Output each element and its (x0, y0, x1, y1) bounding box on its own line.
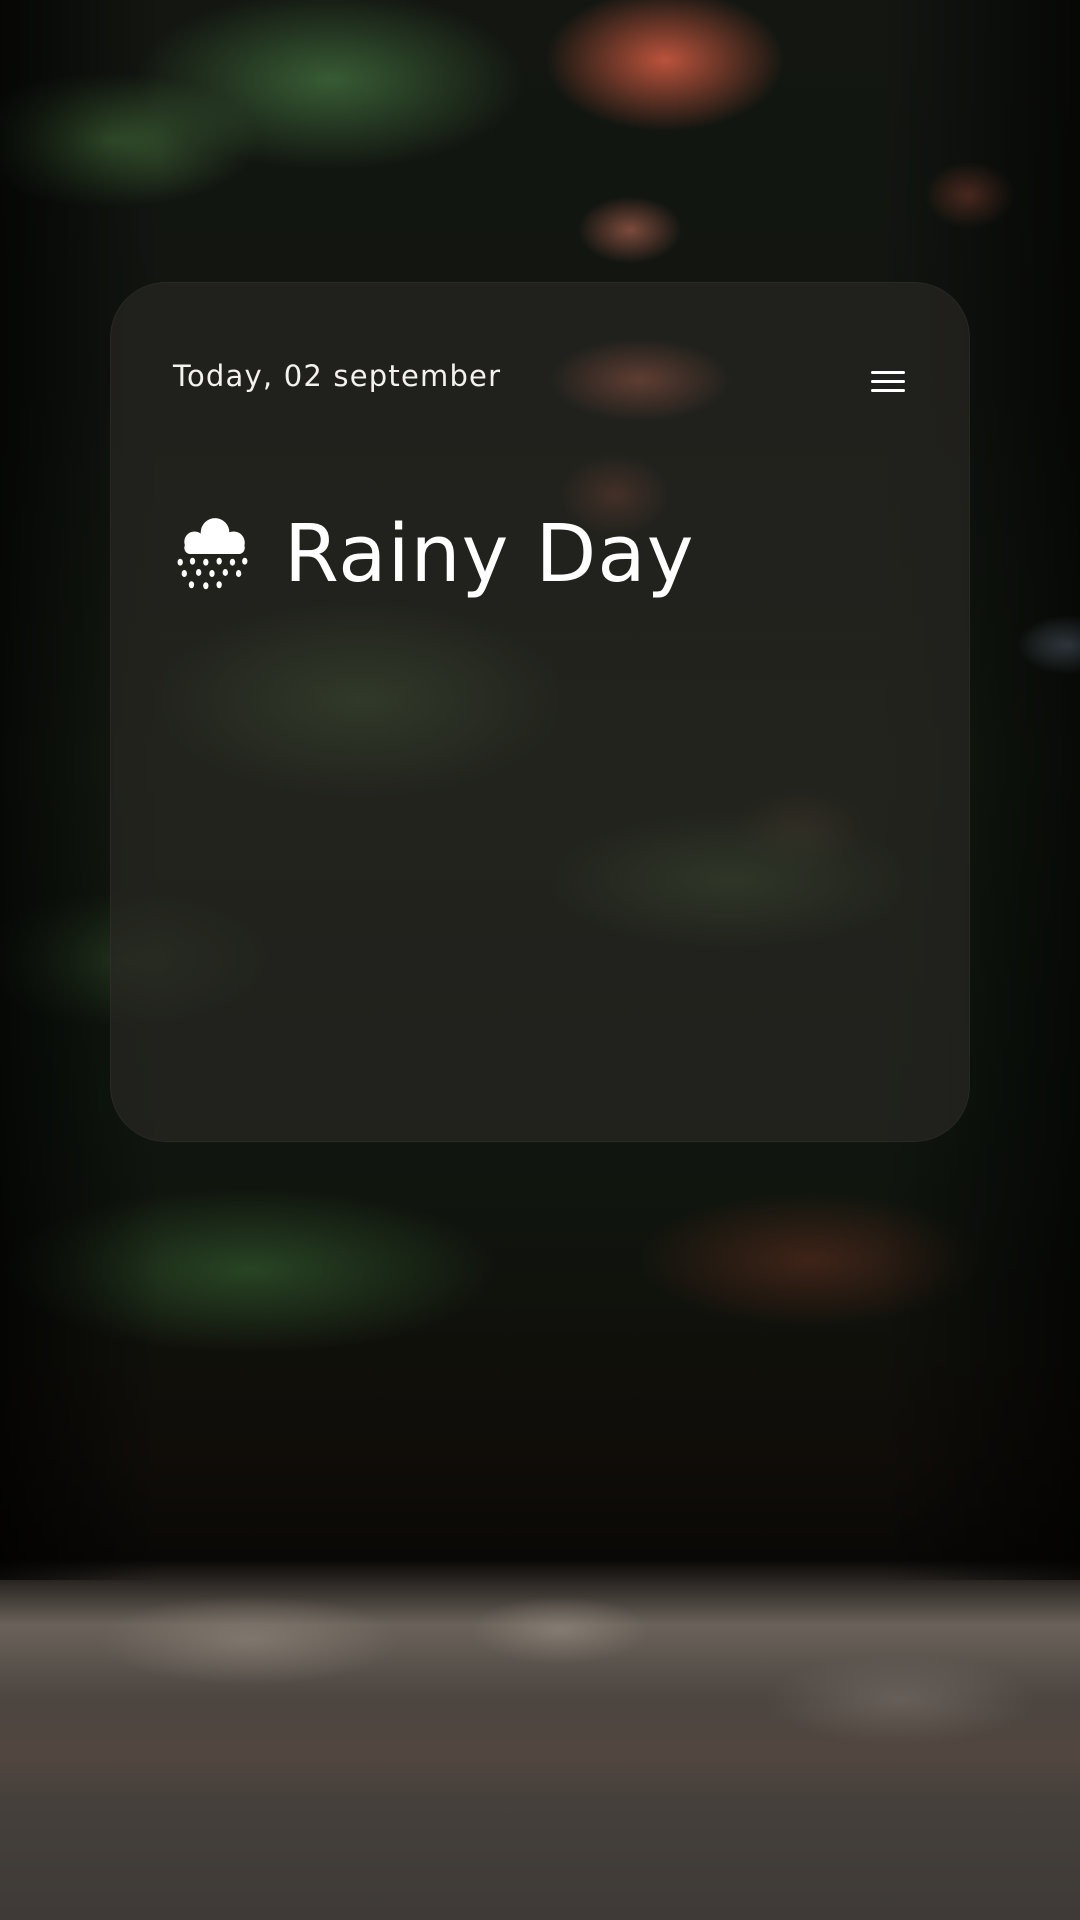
date-label: Today, 02 september (173, 359, 502, 393)
menu-icon-bar-bottom (871, 389, 905, 392)
menu-icon-bar-middle (871, 380, 905, 383)
weather-condition-row: Rainy Day (172, 504, 694, 604)
weather-card: Today, 02 september Rainy Day (110, 282, 970, 1142)
cloud-rain-icon (177, 518, 248, 590)
condition-title: Rainy Day (284, 507, 695, 600)
menu-icon-bar-top (871, 371, 905, 374)
menu-button[interactable] (871, 371, 905, 397)
